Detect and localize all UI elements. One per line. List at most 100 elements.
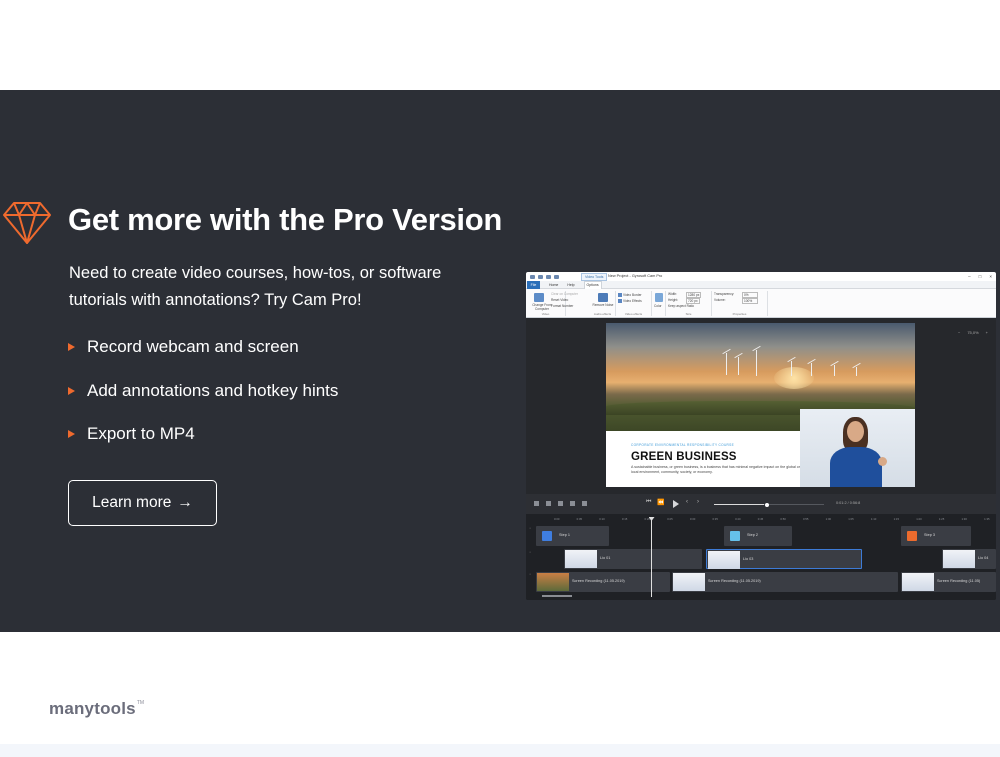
ruler-tick-label: 1:15	[893, 517, 900, 521]
clear-on-computer-label: Clear on Computer	[551, 292, 578, 296]
remove-noise-icon	[598, 293, 608, 302]
slide-title: GREEN BUSINESS	[631, 451, 737, 463]
ribbon-group-audio: Remove Noise Audio effects	[590, 291, 616, 316]
arrow-right-icon: →	[177, 494, 193, 511]
video-clip: Lio 03	[706, 549, 862, 569]
footer-strip	[0, 744, 1000, 757]
wind-turbine	[756, 350, 757, 376]
product-screenshot: Video Tools New Project - Gyrosoft Cam P…	[526, 272, 996, 600]
ruler-tick-label: 0:05	[576, 517, 583, 521]
webcam-overlay	[800, 409, 915, 487]
app-titlebar: Video Tools New Project - Gyrosoft Cam P…	[526, 272, 996, 281]
minimize-icon: –	[968, 274, 971, 279]
wind-turbine	[856, 367, 857, 376]
triangle-bullet-icon	[68, 430, 75, 438]
color-icon	[655, 293, 663, 302]
progress-fill	[714, 504, 764, 505]
triangle-bullet-icon	[68, 343, 75, 351]
app-logo-icon	[530, 274, 535, 279]
play-icon	[673, 500, 679, 508]
ribbon-group-size: Width: 1280 px Height: 720 px Keep aspec…	[666, 291, 712, 316]
step-clip: Step 3	[901, 526, 971, 546]
group-label: Audio effects	[593, 312, 612, 316]
zoom-level: 75,0%	[967, 330, 979, 335]
save-icon	[546, 274, 551, 279]
promo-title: Get more with the Pro Version	[68, 202, 503, 237]
step-clip-label: Step 2	[747, 533, 758, 537]
ribbon-toolbar: Change From Computer Video Clear on Comp…	[526, 289, 996, 318]
learn-more-button[interactable]: Learn more →	[68, 480, 217, 526]
maximize-icon: □	[978, 274, 982, 279]
ribbon-tab-home: Home	[549, 282, 559, 287]
slide-text-card: CORPORATE ENVIRONMENTAL RESPONSIBILITY C…	[606, 431, 800, 487]
prev-frame-icon: ‹	[686, 499, 688, 505]
group-label: Size	[685, 312, 692, 316]
window-controls: – □ ×	[968, 272, 992, 281]
ribbon-group-color: Color	[652, 291, 666, 316]
video-clip: Lio 04	[942, 549, 996, 569]
wind-turbine	[726, 353, 727, 375]
logo-wordmark: manytools	[49, 699, 136, 718]
cut-icon	[534, 501, 539, 506]
recording-clip-label: Screen Recording (11.05.2019)	[708, 579, 761, 583]
track-gutter: ▪	[529, 526, 531, 530]
track-gutter: ▪	[529, 550, 531, 554]
recording-clip: Screen Recording (11.05.2019)	[672, 572, 898, 592]
page: Get more with the Pro Version Need to cr…	[0, 0, 1000, 757]
video-clip-label: Lio 04	[978, 556, 989, 560]
ribbon-tab-help: Help	[567, 282, 575, 287]
track-gutter: ▪	[529, 572, 531, 576]
ribbon-tab-options: Options	[583, 280, 602, 289]
video-thumbnail	[708, 551, 740, 569]
zoom-in-icon: +	[985, 330, 988, 335]
ruler-tick-label: 0:50	[780, 517, 786, 521]
progress-knob	[765, 502, 769, 507]
recording-thumbnail	[902, 573, 934, 591]
ribbon-group-properties: Transparency: 0% Volume: 100% Properties	[712, 291, 768, 316]
next-frame-icon: ›	[697, 499, 699, 505]
feature-label: Add annotations and hotkey hints	[87, 380, 339, 400]
skip-back-icon: ⏮	[646, 499, 652, 505]
presenter-hand	[878, 457, 887, 466]
volume-field: 100%	[742, 298, 758, 304]
presenter-body	[830, 447, 882, 487]
playback-progress	[714, 504, 824, 505]
logo-trademark: TM	[136, 700, 145, 706]
video-clip-label: Lio 03	[743, 557, 754, 561]
step-swatch	[907, 531, 917, 541]
ruler-tick-label: 0:25	[667, 517, 673, 521]
video-border-button: Video Border	[618, 293, 642, 297]
slide-body: A sustainable business, or green busines…	[631, 465, 801, 474]
ruler-tick-label: 0:35	[712, 517, 718, 521]
open-icon	[538, 274, 543, 279]
step-back-icon: ⏪	[657, 500, 665, 506]
ruler-tick-label: 0:10	[599, 517, 605, 521]
copy-icon	[546, 501, 551, 506]
ruler-tick-label: 0:00	[554, 517, 560, 521]
zoom-out-icon: −	[957, 330, 961, 335]
step-clip-label: Step 1	[559, 533, 570, 537]
color-label: Color	[654, 304, 662, 308]
zoom-control: − 75,0% +	[958, 330, 988, 335]
step-clip: Step 1	[536, 526, 609, 546]
video-clip: Lio 01	[564, 549, 702, 569]
step-swatch	[730, 531, 740, 541]
ruler-tick-label: 1:10	[870, 517, 877, 521]
step-clip-label: Step 3	[924, 533, 935, 537]
wind-turbine	[811, 363, 812, 376]
feature-item: Add annotations and hotkey hints	[68, 378, 338, 422]
manytools-logo[interactable]: manytools TM	[49, 699, 144, 719]
group-label: Properties	[732, 312, 747, 316]
wind-turbine	[738, 357, 739, 375]
timeline-playhead	[651, 517, 652, 597]
width-label: Width:	[668, 292, 678, 296]
triangle-bullet-icon	[68, 386, 75, 395]
recording-clip: Screen Recording (11.05.2019)	[536, 572, 670, 592]
ruler-tick-label: 0:55	[803, 517, 809, 521]
video-thumbnail	[565, 550, 597, 568]
ruler-tick-label: 1:30	[961, 517, 967, 521]
diamond-icon	[3, 202, 51, 244]
feature-list: Record webcam and screen Add annotations…	[68, 334, 338, 465]
ruler-tick-label: 1:25	[938, 517, 945, 521]
wind-turbine	[834, 365, 835, 376]
